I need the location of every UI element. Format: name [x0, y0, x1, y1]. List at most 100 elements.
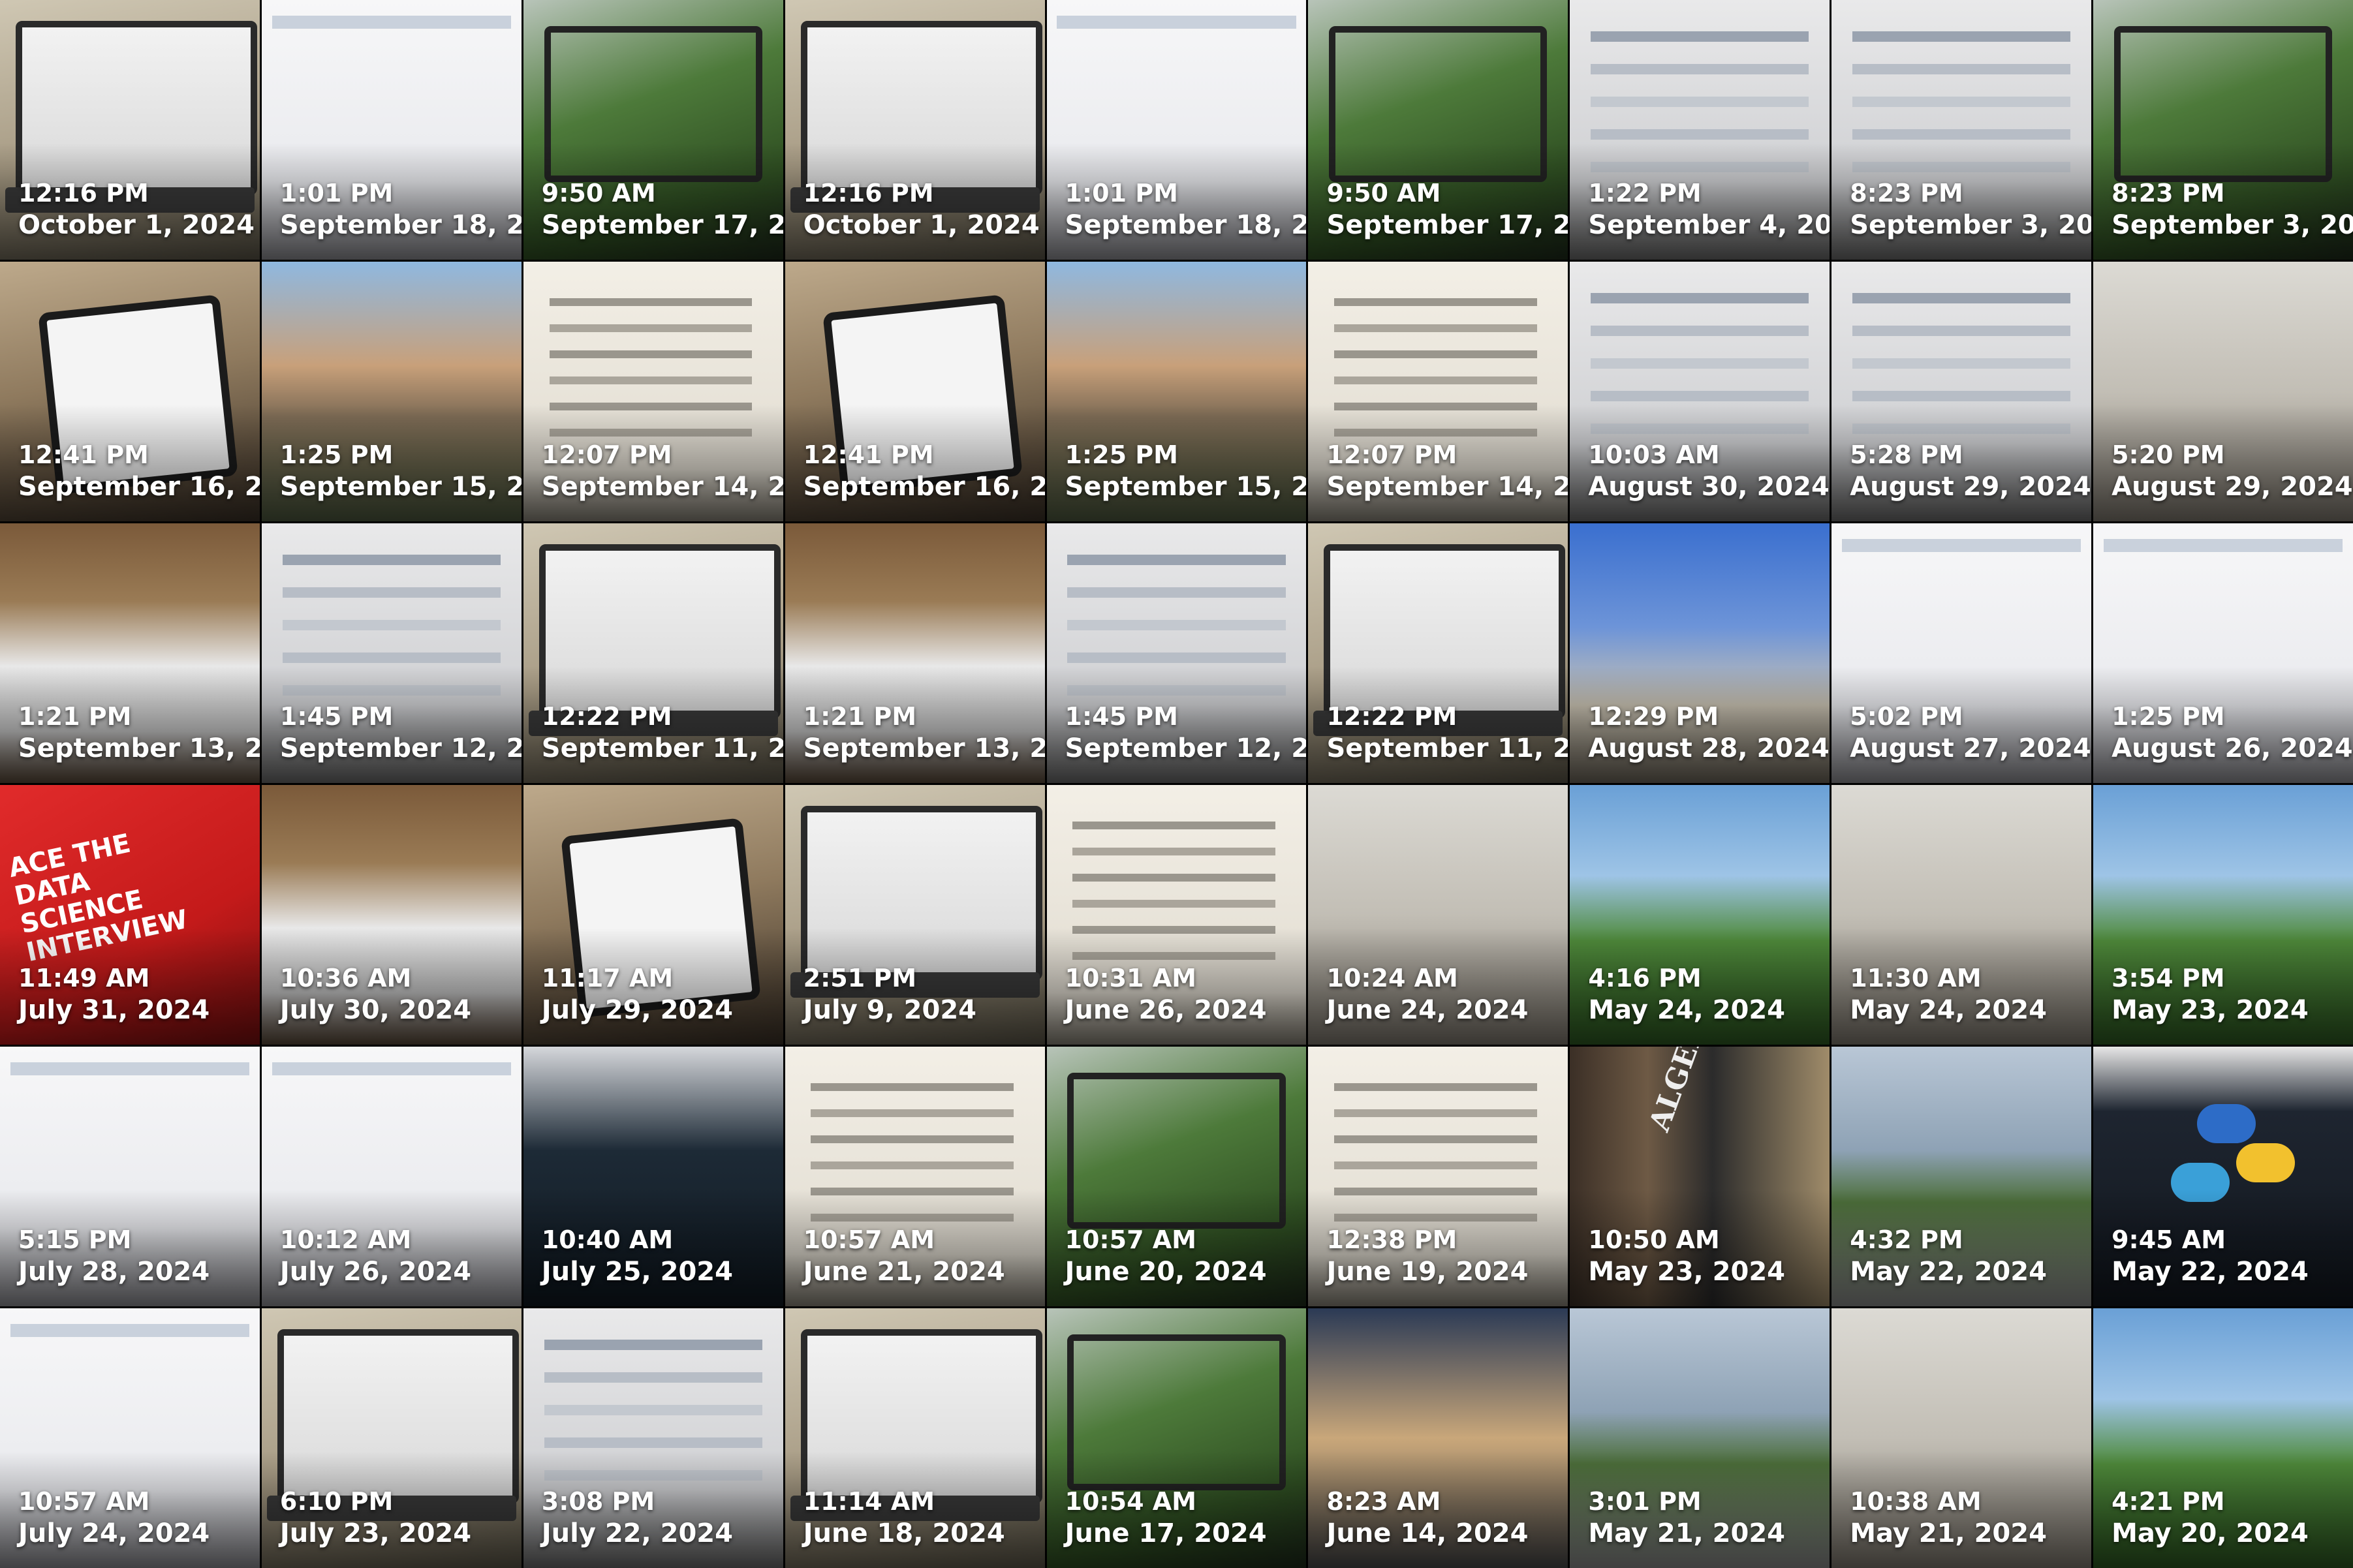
- photo-time: 10:57 AM: [18, 1487, 150, 1516]
- photo-date: July 29, 2024: [541, 995, 733, 1025]
- photo-thumbnail[interactable]: 10:57 AM June 21, 2024: [785, 1047, 1045, 1306]
- photo-time: 3:08 PM: [541, 1487, 655, 1516]
- photo-thumbnail[interactable]: 12:41 PM September 16, 2024: [0, 262, 260, 521]
- photo-thumbnail[interactable]: 1:01 PMSeptember 18, 2024: [261, 0, 522, 260]
- photo-thumbnail[interactable]: 1:22 PMSeptember 4, 2024: [1570, 0, 1830, 260]
- photo-time: 1:01 PM: [279, 179, 394, 208]
- photo-time: 1:45 PM: [1065, 702, 1178, 731]
- photo-thumbnail[interactable]: 9:50 AMSeptember 17, 2024: [1308, 0, 1568, 260]
- photo-thumbnail[interactable]: 5:20 PM August 29, 2024: [2093, 262, 2353, 521]
- photo-time: 1:25 PM: [279, 440, 394, 469]
- photo-date: July 30, 2024: [279, 995, 472, 1025]
- photo-date: June 18, 2024: [803, 1518, 1005, 1548]
- photo-time: 11:14 AM: [803, 1487, 935, 1516]
- photo-time: 8:23 AM: [1326, 1487, 1441, 1516]
- photo-thumbnail[interactable]: 10:12 AM July 26, 2024: [261, 1047, 522, 1306]
- photo-thumbnail[interactable]: 11:49 AM July 31, 2024: [0, 785, 260, 1045]
- photo-thumbnail[interactable]: 10:57 AM June 20, 2024: [1046, 1047, 1307, 1306]
- photo-thumbnail[interactable]: 10:24 AM June 24, 2024: [1308, 785, 1568, 1045]
- photo-thumbnail[interactable]: 10:50 AM May 23, 2024: [1570, 1047, 1830, 1306]
- photo-date: September 16, 2024: [803, 472, 1045, 502]
- photo-thumbnail[interactable]: 12:22 PMSeptember 11, 2024: [1308, 523, 1568, 783]
- photo-thumbnail[interactable]: 12:07 PM September 14, 2024: [1308, 262, 1568, 521]
- photo-thumbnail[interactable]: 11:14 AM June 18, 2024: [785, 1308, 1045, 1568]
- photo-thumbnail[interactable]: 5:15 PM July 28, 2024: [0, 1047, 260, 1306]
- photo-thumbnail[interactable]: 10:54 AM June 17, 2024: [1046, 1308, 1307, 1568]
- photo-date: July 31, 2024: [18, 995, 210, 1025]
- photo-thumbnail[interactable]: 1:45 PMSeptember 12, 2024: [1046, 523, 1307, 783]
- photo-thumbnail[interactable]: 8:23 AM June 14, 2024: [1308, 1308, 1568, 1568]
- photo-thumbnail[interactable]: 3:54 PM May 23, 2024: [2093, 785, 2353, 1045]
- photo-time: 8:23 PM: [1850, 179, 1963, 208]
- photo-thumbnail[interactable]: 2:51 PM July 9, 2024: [785, 785, 1045, 1045]
- photo-thumbnail[interactable]: 12:07 PM September 14, 2024: [523, 262, 783, 521]
- photo-time: 5:20 PM: [2111, 440, 2225, 469]
- photo-thumbnail[interactable]: 11:30 AM May 24, 2024: [1831, 785, 2092, 1045]
- photo-date: August 28, 2024: [1588, 733, 1830, 763]
- photo-date: September 3, 2024: [2111, 210, 2353, 240]
- photo-thumbnail[interactable]: 4:16 PM May 24, 2024: [1570, 785, 1830, 1045]
- photo-time: 12:38 PM: [1326, 1225, 1457, 1254]
- photo-date: May 24, 2024: [1588, 995, 1786, 1025]
- photo-time: 1:25 PM: [2111, 702, 2225, 731]
- photo-date: June 24, 2024: [1326, 995, 1529, 1025]
- photo-date: August 30, 2024: [1588, 472, 1830, 502]
- photo-time: 1:22 PM: [1588, 179, 1702, 208]
- photo-thumbnail[interactable]: 3:01 PM May 21, 2024: [1570, 1308, 1830, 1568]
- photo-thumbnail[interactable]: 1:25 PM August 26, 2024: [2093, 523, 2353, 783]
- photo-thumbnail[interactable]: 6:10 PM July 23, 2024: [261, 1308, 522, 1568]
- photo-thumbnail[interactable]: 10:03 AM August 30, 2024: [1570, 262, 1830, 521]
- photo-time: 11:49 AM: [18, 964, 150, 992]
- photo-thumbnail[interactable]: 5:02 PM August 27, 2024: [1831, 523, 2092, 783]
- photo-thumbnail[interactable]: 10:36 AM July 30, 2024: [261, 785, 522, 1045]
- photo-thumbnail[interactable]: 12:41 PM September 16, 2024: [785, 262, 1045, 521]
- photo-time: 9:45 AM: [2111, 1225, 2226, 1254]
- photo-time: 3:54 PM: [2111, 964, 2225, 992]
- photo-thumbnail[interactable]: 10:57 AM July 24, 2024: [0, 1308, 260, 1568]
- photo-thumbnail[interactable]: 8:23 PMSeptember 3, 2024: [2093, 0, 2353, 260]
- photo-date: October 1, 2024: [18, 210, 255, 240]
- photo-time: 12:07 PM: [1326, 440, 1457, 469]
- photo-thumbnail[interactable]: 1:25 PM September 15, 2024: [261, 262, 522, 521]
- photo-thumbnail[interactable]: 1:25 PM September 15, 2024: [1046, 262, 1307, 521]
- photo-thumbnail[interactable]: 4:21 PM May 20, 2024: [2093, 1308, 2353, 1568]
- photo-thumbnail[interactable]: 1:01 PMSeptember 18, 2024: [1046, 0, 1307, 260]
- photo-date: July 9, 2024: [803, 995, 977, 1025]
- photo-time: 12:22 PM: [541, 702, 672, 731]
- photo-thumbnail[interactable]: 5:28 PM August 29, 2024: [1831, 262, 2092, 521]
- photo-date: September 11, 2024: [1326, 733, 1568, 763]
- photo-time: 10:24 AM: [1326, 964, 1458, 992]
- photo-date: July 24, 2024: [18, 1518, 210, 1548]
- photo-date: July 23, 2024: [279, 1518, 472, 1548]
- photo-time: 9:50 AM: [541, 179, 656, 208]
- photo-thumbnail[interactable]: 12:22 PMSeptember 11, 2024: [523, 523, 783, 783]
- photo-thumbnail[interactable]: 1:21 PMSeptember 13, 2024: [0, 523, 260, 783]
- photo-thumbnail[interactable]: 10:40 AM July 25, 2024: [523, 1047, 783, 1306]
- photo-thumbnail[interactable]: 12:38 PM June 19, 2024: [1308, 1047, 1568, 1306]
- photo-time: 10:57 AM: [1065, 1225, 1196, 1254]
- photo-time: 10:03 AM: [1588, 440, 1720, 469]
- photo-thumbnail[interactable]: 12:16 PM October 1, 2024: [785, 0, 1045, 260]
- photo-date: May 23, 2024: [2111, 995, 2309, 1025]
- photo-thumbnail[interactable]: 11:17 AM July 29, 2024: [523, 785, 783, 1045]
- photo-thumbnail[interactable]: 9:50 AMSeptember 17, 2024: [523, 0, 783, 260]
- photo-thumbnail[interactable]: 12:16 PM October 1, 2024: [0, 0, 260, 260]
- photo-thumbnail[interactable]: 1:21 PMSeptember 13, 2024: [785, 523, 1045, 783]
- photo-time: 9:50 AM: [1326, 179, 1441, 208]
- photo-time: 1:01 PM: [1065, 179, 1178, 208]
- photo-thumbnail[interactable]: 10:31 AM June 26, 2024: [1046, 785, 1307, 1045]
- photo-date: September 11, 2024: [541, 733, 783, 763]
- photo-date: May 23, 2024: [1588, 1257, 1786, 1287]
- photo-time: 3:01 PM: [1588, 1487, 1702, 1516]
- photo-time: 4:21 PM: [2111, 1487, 2225, 1516]
- photo-time: 12:41 PM: [18, 440, 149, 469]
- photo-thumbnail[interactable]: 4:32 PM May 22, 2024: [1831, 1047, 2092, 1306]
- photo-thumbnail[interactable]: 10:38 AM May 21, 2024: [1831, 1308, 2092, 1568]
- photo-thumbnail[interactable]: 9:45 AM May 22, 2024: [2093, 1047, 2353, 1306]
- photo-time: 10:50 AM: [1588, 1225, 1720, 1254]
- photo-time: 10:12 AM: [279, 1225, 412, 1254]
- photo-thumbnail[interactable]: 1:45 PMSeptember 12, 2024: [261, 523, 522, 783]
- photo-thumbnail[interactable]: 12:29 PM August 28, 2024: [1570, 523, 1830, 783]
- photo-thumbnail[interactable]: 8:23 PMSeptember 3, 2024: [1831, 0, 2092, 260]
- photo-thumbnail[interactable]: 3:08 PM July 22, 2024: [523, 1308, 783, 1568]
